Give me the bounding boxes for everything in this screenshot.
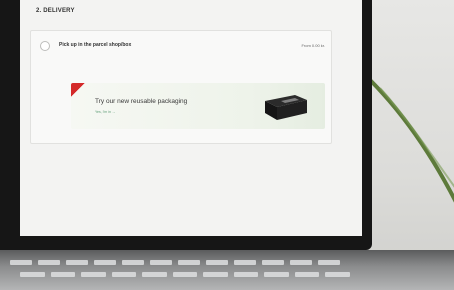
key [50,272,76,277]
key [318,260,340,265]
key [172,272,198,277]
section-title: 2. DELIVERY [36,8,75,14]
key [111,272,137,277]
key [38,260,60,265]
keyboard-row [20,272,351,277]
delivery-option-price: From 0.00 kr. [301,43,325,48]
key [178,260,200,265]
laptop-screen: 2. DELIVERY Pick up in the parcel shop/b… [20,0,362,236]
key [150,260,172,265]
radio-unselected-icon[interactable] [40,41,50,51]
key [10,260,32,265]
delivery-option-label: Pick up in the parcel shop/box [59,42,132,48]
key [325,272,351,277]
laptop-bezel: 2. DELIVERY Pick up in the parcel shop/b… [0,0,372,250]
delivery-option-parcel-shop[interactable]: Pick up in the parcel shop/box From 0.00… [31,31,331,61]
plant-leaf [368,78,454,203]
key [66,260,88,265]
key [233,272,259,277]
key [264,272,289,277]
key [262,260,284,265]
key [81,272,106,277]
key [142,272,167,277]
photo-scene: 2. DELIVERY Pick up in the parcel shop/b… [0,0,454,290]
key [203,272,228,277]
keyboard-row [10,260,340,265]
key [206,260,228,265]
promo-title: Try our new reusable packaging [95,98,188,105]
key [234,260,256,265]
reusable-packaging-banner[interactable]: Try our new reusable packaging Yes, I'm … [71,83,325,129]
corner-ribbon-icon [71,83,85,97]
key [294,272,320,277]
key [122,260,144,265]
key [20,272,45,277]
reusable-box-image [265,95,307,120]
key [94,260,116,265]
promo-link[interactable]: Yes, I'm in → [95,110,115,114]
key [290,260,312,265]
laptop-keyboard [0,250,454,290]
delivery-card: Pick up in the parcel shop/box From 0.00… [30,30,332,144]
